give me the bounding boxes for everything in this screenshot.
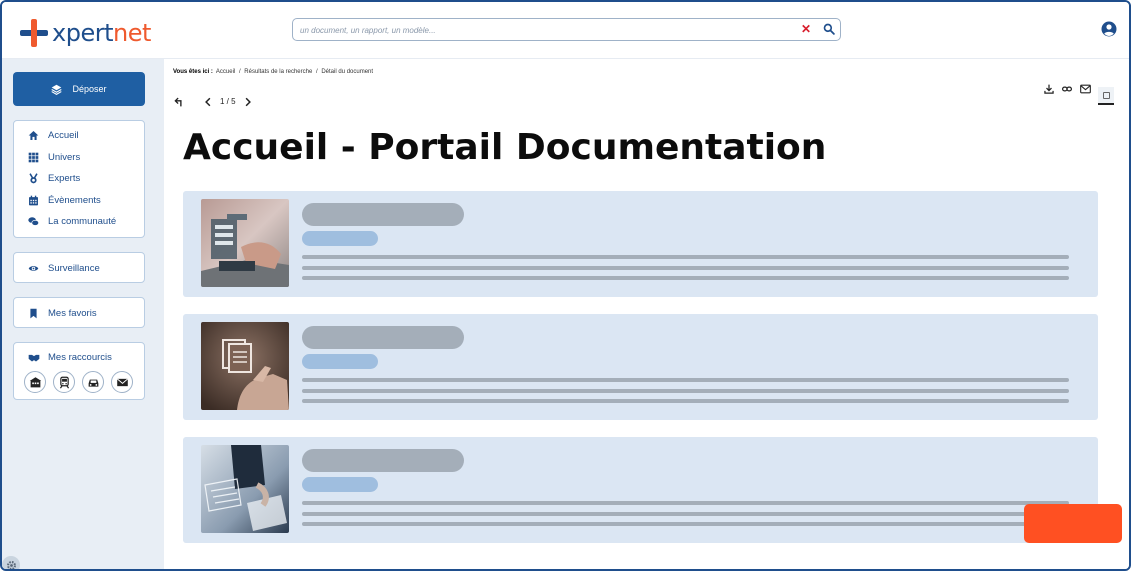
medal-icon [29, 173, 38, 184]
office-papers-photo [201, 445, 289, 533]
chevron-right-icon[interactable] [243, 97, 253, 107]
result-card[interactable] [183, 191, 1098, 297]
chevron-left-icon[interactable] [203, 97, 213, 107]
sidebar-item-communaute[interactable]: La communauté [14, 211, 144, 233]
subtitle-placeholder [302, 477, 378, 492]
building-icon [29, 376, 41, 387]
settings-gear-icon[interactable] [2, 556, 20, 569]
shortcuts-title: Mes raccourcis [14, 343, 144, 371]
handshake-icon [28, 354, 40, 361]
breadcrumb-item-resultats[interactable]: Résultats de la recherche [244, 69, 312, 75]
app-window: xpertnet ✕ Déposer Accueil Univers [0, 0, 1131, 571]
search-icon[interactable] [823, 23, 835, 35]
surveillance-card: Surveillance [13, 252, 145, 283]
page-counter: 1 / 5 [220, 97, 236, 106]
text-line-placeholder [302, 378, 1069, 382]
square-icon [1102, 91, 1110, 99]
link-icon[interactable] [1062, 84, 1072, 94]
document-hand-photo [201, 322, 289, 410]
home-icon [28, 131, 39, 141]
sidebar-item-label: Mes favoris [48, 308, 97, 319]
title-placeholder [302, 203, 464, 226]
close-icon[interactable]: ✕ [801, 22, 811, 36]
sidebar: Déposer Accueil Univers Experts Évènemen… [2, 59, 164, 569]
title-placeholder [302, 326, 464, 349]
shortcuts-card: Mes raccourcis [13, 342, 145, 400]
text-line-placeholder [302, 522, 1069, 526]
logo-text: xpertnet [52, 19, 151, 47]
sidebar-item-label: Évènements [48, 194, 101, 206]
breadcrumb: Vous êtes ici : Accueil / Résultats de l… [173, 69, 373, 75]
breadcrumb-item-detail: Détail du document [321, 69, 374, 75]
main-nav: Accueil Univers Experts Évènements La co… [13, 120, 145, 238]
text-line-placeholder [302, 389, 1069, 393]
eye-icon [28, 266, 39, 271]
text-line-placeholder [302, 399, 1069, 403]
text-line-placeholder [302, 276, 1069, 280]
sidebar-item-label: Accueil [48, 130, 79, 142]
grid-icon [28, 152, 39, 163]
text-line-placeholder [302, 255, 1069, 259]
calendar-icon [29, 195, 38, 206]
car-icon [88, 379, 98, 387]
laptop-documents-photo [201, 199, 289, 287]
envelope-icon[interactable] [1080, 84, 1091, 94]
sidebar-item-label: Experts [48, 173, 81, 185]
bookmark-icon [30, 308, 37, 319]
deposit-button[interactable]: Déposer [13, 72, 145, 106]
train-icon [59, 376, 69, 389]
document-tools [1044, 84, 1091, 94]
page-title: Accueil - Portail Documentation [183, 127, 827, 168]
favorites-card: Mes favoris [13, 297, 145, 328]
text-line-placeholder [302, 501, 1069, 505]
layers-icon [51, 84, 63, 95]
floating-action-button[interactable] [1024, 504, 1122, 543]
return-arrow-icon[interactable] [174, 96, 185, 107]
subtitle-placeholder [302, 231, 378, 246]
pager: 1 / 5 [174, 96, 253, 107]
shortcut-train[interactable] [53, 371, 75, 393]
sidebar-item-accueil[interactable]: Accueil [14, 125, 144, 147]
result-card[interactable] [183, 437, 1098, 543]
shortcuts-label: Mes raccourcis [48, 351, 112, 363]
sidebar-item-label: Surveillance [48, 263, 100, 274]
sidebar-item-evenements[interactable]: Évènements [14, 190, 144, 212]
sidebar-item-surveillance[interactable]: Surveillance [14, 253, 144, 284]
sidebar-item-univers[interactable]: Univers [14, 147, 144, 169]
breadcrumb-item-accueil[interactable]: Accueil [216, 69, 235, 75]
mail-icon [116, 377, 128, 386]
title-placeholder [302, 449, 464, 472]
search-input[interactable] [300, 21, 790, 39]
shortcut-row [14, 371, 144, 393]
text-line-placeholder [302, 512, 1069, 516]
main-content: Vous êtes ici : Accueil / Résultats de l… [164, 59, 1129, 569]
logo-cross-icon [20, 19, 48, 47]
shortcut-mail[interactable] [111, 371, 133, 393]
chat-icon [28, 217, 39, 227]
sidebar-item-label: Univers [48, 151, 81, 163]
shortcut-car[interactable] [82, 371, 104, 393]
subtitle-placeholder [302, 354, 378, 369]
shortcut-building[interactable] [24, 371, 46, 393]
result-card[interactable] [183, 314, 1098, 420]
sidebar-item-favoris[interactable]: Mes favoris [14, 298, 144, 329]
download-icon[interactable] [1044, 84, 1054, 94]
panel-toggle-button[interactable] [1098, 87, 1114, 105]
deposit-label: Déposer [72, 84, 107, 94]
search-box: ✕ [292, 18, 841, 41]
user-circle-icon[interactable] [1101, 21, 1117, 37]
logo[interactable]: xpertnet [20, 18, 151, 48]
sidebar-item-experts[interactable]: Experts [14, 168, 144, 190]
sidebar-item-label: La communauté [48, 216, 117, 228]
breadcrumb-separator: / [238, 69, 241, 75]
breadcrumb-prefix: Vous êtes ici : [173, 69, 213, 75]
top-header: xpertnet ✕ [2, 2, 1129, 59]
breadcrumb-separator: / [316, 69, 318, 75]
text-line-placeholder [302, 266, 1069, 270]
